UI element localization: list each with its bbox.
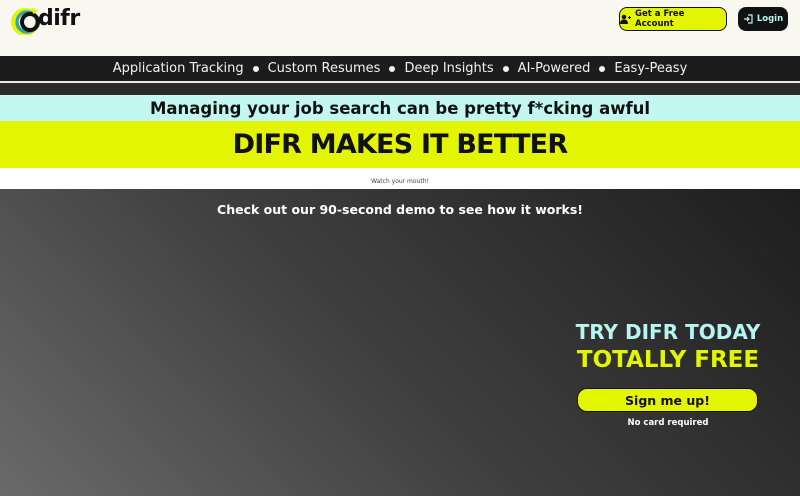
feature-bar: Application Tracking Custom Resumes Deep… bbox=[0, 56, 800, 83]
feature-custom-resumes: Custom Resumes bbox=[267, 61, 381, 76]
bullet-icon bbox=[389, 65, 396, 72]
bullet-icon bbox=[502, 65, 509, 72]
feature-ai-powered: AI-Powered bbox=[517, 61, 591, 76]
demo-section: Check out our 90-second demo to see how … bbox=[0, 189, 800, 496]
login-label: Login bbox=[756, 14, 784, 24]
site-header: difr Get a Free Account Login bbox=[0, 0, 800, 56]
feature-easy-peasy: Easy-Peasy bbox=[614, 61, 688, 76]
hero-note-banner: Watch your mouth! bbox=[0, 168, 800, 189]
login-arrow-icon bbox=[743, 14, 753, 24]
bullet-icon bbox=[599, 65, 606, 72]
logo-text: difr bbox=[38, 6, 80, 31]
no-card-note: No card required bbox=[627, 418, 709, 428]
sign-me-up-button[interactable]: Sign me up! bbox=[577, 388, 758, 412]
hero-note: Watch your mouth! bbox=[371, 178, 429, 185]
bullet-icon bbox=[252, 65, 259, 72]
demo-heading: Check out our 90-second demo to see how … bbox=[217, 202, 583, 217]
login-button[interactable]: Login bbox=[738, 7, 788, 31]
hero-headline: DIFR MAKES IT BETTER bbox=[232, 129, 568, 160]
difr-logo[interactable]: difr bbox=[10, 5, 80, 35]
feature-application-tracking: Application Tracking bbox=[112, 61, 244, 76]
get-free-account-label: Get a Free Account bbox=[634, 9, 685, 29]
hero-headline-banner: DIFR MAKES IT BETTER bbox=[0, 121, 800, 168]
cta-line-free: TOTALLY FREE bbox=[576, 347, 760, 373]
sign-me-up-label: Sign me up! bbox=[625, 392, 710, 408]
cta-line-try: TRY DIFR TODAY bbox=[575, 320, 761, 344]
feature-deep-insights: Deep Insights bbox=[404, 61, 494, 76]
hero-subtitle: Managing your job search can be pretty f… bbox=[149, 98, 651, 118]
user-plus-icon bbox=[620, 14, 631, 24]
hero-subtitle-banner: Managing your job search can be pretty f… bbox=[0, 95, 800, 121]
get-free-account-button[interactable]: Get a Free Account bbox=[619, 7, 727, 31]
